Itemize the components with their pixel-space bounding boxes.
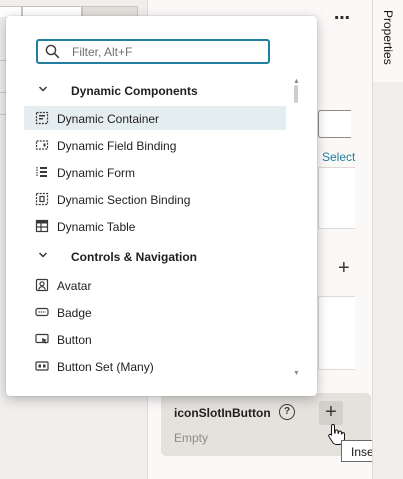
select-link[interactable]: Select [322,150,355,164]
scroll-up-arrow-icon[interactable]: ▲ [293,78,300,85]
button-icon [35,333,49,344]
insert-component-button[interactable]: + [319,401,343,425]
list-item-label: Avatar [57,279,92,293]
component-list: Dynamic Components Dynamic Container Dyn… [24,76,286,386]
property-box [318,296,355,370]
list-item-dynamic-field-binding[interactable]: Dynamic Field Binding [24,133,286,157]
dynamic-table-icon [35,219,49,233]
group-label: Dynamic Components [71,84,198,98]
dynamic-form-icon [36,167,47,177]
help-icon[interactable]: ? [279,404,295,420]
list-item-badge[interactable]: Badge [24,300,286,324]
property-box [318,167,355,229]
dynamic-container-icon [35,111,49,125]
list-item-button[interactable]: Button [24,327,286,351]
dynamic-field-binding-icon [35,140,49,150]
left-panel-tabs [0,0,147,17]
right-rail: Properties [372,0,403,479]
list-item-label: Dynamic Section Binding [57,193,191,207]
list-item-label: Dynamic Field Binding [57,139,177,153]
group-dynamic-components[interactable]: Dynamic Components [24,78,286,102]
list-item-dynamic-table[interactable]: Dynamic Table [24,214,286,238]
list-item-dynamic-container[interactable]: Dynamic Container [24,106,286,130]
list-item-dynamic-section-binding[interactable]: Dynamic Section Binding [24,187,286,211]
list-item-label: Button Set (Many) [57,360,154,374]
list-item-avatar[interactable]: Avatar [24,273,286,297]
list-item-label: Dynamic Form [57,166,136,180]
list-item-label: Button [57,333,92,347]
chevron-down-icon [38,252,48,258]
property-input[interactable] [318,110,351,138]
search-icon [45,44,60,59]
list-item-label: Dynamic Table [57,220,136,234]
dynamic-section-binding-icon [35,192,49,206]
scrollbar-thumb[interactable] [294,85,298,103]
list-item-label: Badge [57,306,92,320]
more-options-icon[interactable]: ⋯ [334,11,350,27]
add-icon[interactable]: + [338,258,350,278]
component-picker-popup: Dynamic Components Dynamic Container Dyn… [6,16,317,396]
list-item-dynamic-form[interactable]: Dynamic Form [24,160,286,184]
group-label: Controls & Navigation [71,250,198,264]
badge-icon [35,307,49,317]
slot-title: iconSlotInButton [174,406,271,420]
list-item-button-set[interactable]: Button Set (Many) [24,354,286,378]
button-set-icon [35,361,49,371]
group-controls-navigation[interactable]: Controls & Navigation [24,244,286,268]
scroll-down-arrow-icon[interactable]: ▼ [293,370,300,377]
filter-field[interactable] [36,39,270,64]
avatar-icon [35,278,49,292]
chevron-down-icon [38,86,48,92]
properties-tab-label: Properties [381,10,395,65]
properties-tab[interactable]: Properties [373,0,403,82]
filter-input[interactable] [72,43,262,61]
list-item-label: Dynamic Container [57,112,160,126]
slot-empty-text: Empty [174,431,209,445]
